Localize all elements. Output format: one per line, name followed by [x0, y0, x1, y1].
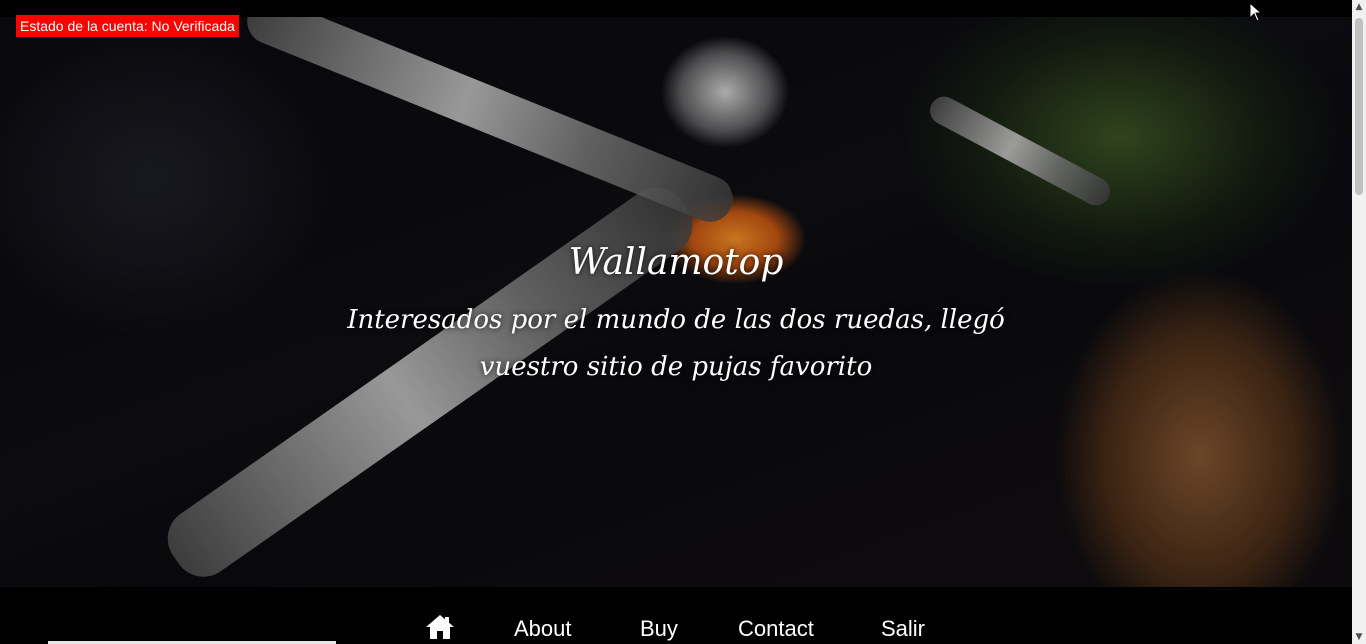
vertical-scrollbar[interactable]: ▲ ▼: [1352, 0, 1366, 644]
mouse-pointer-icon: [1249, 1, 1263, 22]
site-title: Wallamotop: [568, 242, 784, 283]
nav-link-contact[interactable]: Contact: [738, 616, 814, 642]
nav-link-logout[interactable]: Salir: [881, 616, 925, 642]
account-status-badge: Estado de la cuenta: No Verificada: [16, 15, 239, 37]
scrollbar-thumb[interactable]: [1355, 18, 1363, 195]
scroll-up-arrow-icon[interactable]: ▲: [1352, 0, 1366, 14]
page: Estado de la cuenta: No Verificada Walla…: [0, 0, 1366, 644]
main-navbar: About Buy Contact Salir: [0, 587, 1352, 644]
site-tagline: Interesados por el mundo de las dos rued…: [347, 305, 1005, 382]
home-icon[interactable]: [424, 613, 456, 641]
nav-link-about[interactable]: About: [514, 616, 572, 642]
scroll-down-arrow-icon[interactable]: ▼: [1352, 630, 1366, 644]
nav-link-buy[interactable]: Buy: [640, 616, 678, 642]
